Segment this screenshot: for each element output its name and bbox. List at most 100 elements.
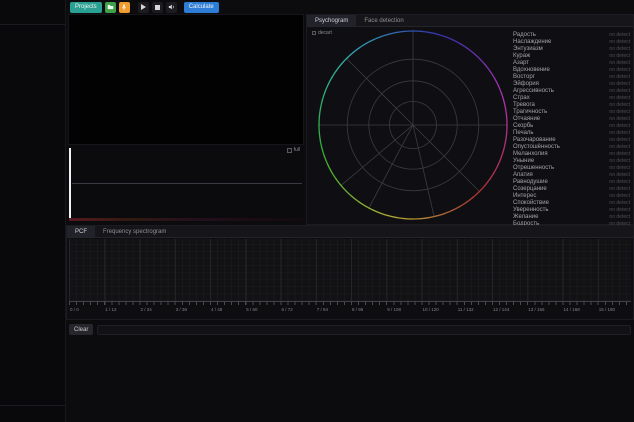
x-axis-tick-label: 15 / 180: [599, 307, 615, 312]
analysis-tabs: Psychogram Face detection: [307, 15, 633, 27]
emotion-name: Уверенность: [513, 207, 548, 213]
microphone-icon: [121, 4, 127, 11]
emotion-name: Агрессивность: [513, 88, 554, 94]
x-axis-tick-label: 2 / 24: [141, 307, 152, 312]
full-checkbox[interactable]: [287, 148, 292, 153]
analysis-panel: Psychogram Face detection decart Радость…: [306, 14, 634, 225]
toolbar: Projects Calculate: [70, 1, 219, 13]
emotion-row: Печальno detect: [513, 129, 630, 136]
emotion-value: no detect: [609, 95, 630, 101]
emotion-value: no detect: [609, 32, 630, 38]
x-axis-tick-label: 1 / 12: [105, 307, 116, 312]
x-axis-tick-label: 9 / 108: [387, 307, 401, 312]
waveform-color-strip: [69, 218, 303, 221]
emotion-value: no detect: [609, 130, 630, 136]
emotion-row: Уныниеno detect: [513, 157, 630, 164]
tab-face-detection[interactable]: Face detection: [356, 15, 411, 26]
x-axis-tick-label: 13 / 156: [528, 307, 544, 312]
play-button[interactable]: [138, 2, 149, 13]
tab-psychogram[interactable]: Psychogram: [307, 15, 356, 26]
emotion-name: Опустошённость: [513, 144, 560, 150]
spectrogram-plot[interactable]: 0 / 01 / 122 / 243 / 364 / 485 / 606 / 7…: [69, 239, 631, 319]
emotion-name: Эйфория: [513, 81, 539, 87]
emotion-name: Энтузиазм: [513, 46, 543, 52]
emotion-name: Интерес: [513, 193, 536, 199]
emotion-value: no detect: [609, 179, 630, 185]
x-axis-tick-label: 12 / 144: [493, 307, 509, 312]
emotion-value: no detect: [609, 165, 630, 171]
spectrogram-grid: [69, 239, 631, 301]
emotion-value: no detect: [609, 207, 630, 213]
emotion-value: no detect: [609, 193, 630, 199]
emotion-row: Меланхолия no detect: [513, 150, 630, 157]
volume-button[interactable]: [166, 2, 177, 13]
x-axis-tick-label: 4 / 48: [211, 307, 222, 312]
emotion-row: Апатия no detect: [513, 171, 630, 178]
app-root: Projects Calculate: [0, 0, 634, 422]
tab-frequency-spectrogram[interactable]: Frequency spectrogram: [95, 226, 174, 237]
decart-toggle[interactable]: decart: [312, 30, 332, 36]
emotion-row: Вдохновениеno detect: [513, 66, 630, 73]
emotion-row: Агрессивность no detect: [513, 87, 630, 94]
emotion-value: no detect: [609, 88, 630, 94]
emotion-row: Восторгno detect: [513, 73, 630, 80]
emotion-row: Интерес no detect: [513, 192, 630, 199]
emotion-value: no detect: [609, 172, 630, 178]
decart-checkbox[interactable]: [312, 31, 316, 35]
stop-button[interactable]: [152, 2, 163, 13]
emotion-row: Скорбьno detect: [513, 122, 630, 129]
open-folder-button[interactable]: [105, 2, 116, 13]
full-toggle[interactable]: full: [287, 147, 300, 153]
emotion-row: Желаниеno detect: [513, 213, 630, 220]
emotion-value: no detect: [609, 74, 630, 80]
emotion-row: Радость no detect: [513, 31, 630, 38]
emotion-name: Апатия: [513, 172, 533, 178]
emotion-value: no detect: [609, 39, 630, 45]
emotion-value: no detect: [609, 144, 630, 150]
empty-workspace: [66, 338, 634, 422]
emotion-name: Трагичность: [513, 109, 547, 115]
emotion-value: no detect: [609, 53, 630, 59]
emotion-value: no detect: [609, 123, 630, 129]
record-button[interactable]: [119, 2, 130, 13]
emotion-value: no detect: [609, 81, 630, 87]
emotion-row: Равнодушие no detect: [513, 178, 630, 185]
psychogram-polar-chart: [317, 29, 509, 221]
emotion-name: Вдохновение: [513, 67, 550, 73]
emotion-name: Равнодушие: [513, 179, 548, 185]
projects-button[interactable]: Projects: [70, 2, 102, 13]
emotion-value: no detect: [609, 46, 630, 52]
emotion-value: no detect: [609, 151, 630, 157]
spectrogram-axis-labels: 0 / 01 / 122 / 243 / 364 / 485 / 606 / 7…: [69, 307, 631, 315]
playhead[interactable]: [69, 148, 71, 218]
decart-label: decart: [318, 30, 332, 36]
emotion-row: Тревогаno detect: [513, 101, 630, 108]
emotion-row: Страх no detect: [513, 94, 630, 101]
emotion-row: Отрешенность no detect: [513, 164, 630, 171]
emotion-name: Отрешенность: [513, 165, 554, 171]
emotion-name: Спокойствие: [513, 200, 549, 206]
x-axis-tick-label: 5 / 60: [246, 307, 257, 312]
volume-icon: [168, 4, 175, 10]
emotion-name: Радость: [513, 32, 536, 38]
tab-pcf[interactable]: PCF: [67, 226, 95, 237]
clear-button[interactable]: Clear: [69, 324, 93, 335]
emotion-name: Страх: [513, 95, 530, 101]
emotion-name: Меланхолия: [513, 151, 548, 157]
spectrogram-tabs: PCF Frequency spectrogram: [67, 226, 633, 238]
spectrogram-section: PCF Frequency spectrogram 0 / 01 / 122 /…: [66, 225, 634, 320]
waveform-panel: full: [68, 146, 304, 222]
x-axis-tick-label: 3 / 36: [176, 307, 187, 312]
emotion-value: no detect: [609, 158, 630, 164]
emotion-name: Наслаждение: [513, 39, 551, 45]
emotion-value: no detect: [609, 200, 630, 206]
footer-row: Clear: [66, 322, 634, 337]
play-icon: [141, 4, 146, 10]
emotion-row: Наслаждение no detect: [513, 38, 630, 45]
waveform-midline: [72, 183, 302, 184]
calculate-button[interactable]: Calculate: [184, 2, 219, 13]
emotion-row: Эйфория no detect: [513, 80, 630, 87]
emotion-row: Трагичностьno detect: [513, 108, 630, 115]
left-sidebar: [0, 0, 66, 422]
result-bar: [97, 325, 631, 335]
